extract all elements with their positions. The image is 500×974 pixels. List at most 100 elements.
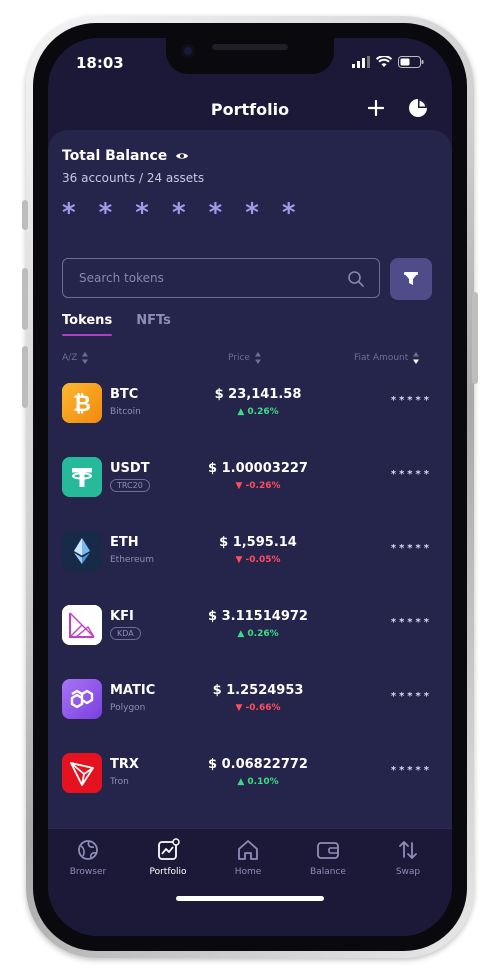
sort-icon xyxy=(254,352,261,364)
kfi-logo-icon xyxy=(62,605,102,645)
mute-switch xyxy=(22,200,28,230)
sort-price-header[interactable]: Price xyxy=(228,352,261,364)
nav-balance[interactable]: Balance xyxy=(288,837,368,877)
home-icon xyxy=(238,840,258,860)
bitcoin-icon: ₿ xyxy=(62,383,102,423)
token-price: $ 23,141.58 xyxy=(214,387,302,402)
nav-balance-label: Balance xyxy=(310,867,346,877)
token-row[interactable]: USDT TRC20 $ 1.00003227 ▼ -0.26% ***** xyxy=(48,457,452,531)
token-symbol: MATIC xyxy=(110,683,156,698)
token-fiat-masked: ***** xyxy=(390,765,432,776)
speaker-grille xyxy=(212,44,288,50)
token-change: ▲ 0.10% xyxy=(237,777,279,787)
token-symbol: TRX xyxy=(110,757,139,772)
token-change-value: 0.26% xyxy=(247,407,279,417)
token-change-value: 0.10% xyxy=(247,777,279,787)
token-row[interactable]: MATIC Polygon $ 1.2524953 ▼ -0.66% ***** xyxy=(48,679,452,753)
filter-button[interactable] xyxy=(390,258,432,300)
ethereum-icon xyxy=(62,531,102,571)
portfolio-chart-icon xyxy=(158,838,180,860)
nav-browser-label: Browser xyxy=(69,867,107,877)
sort-icon xyxy=(82,352,89,364)
power-button xyxy=(472,292,478,384)
token-symbol: ETH xyxy=(110,535,139,550)
token-fiat-masked: ***** xyxy=(390,691,432,702)
home-indicator[interactable] xyxy=(176,896,324,901)
status-time: 18:03 xyxy=(76,54,124,72)
kfi-icon xyxy=(62,605,102,645)
token-name: Bitcoin xyxy=(110,407,141,417)
token-network-badge: KDA xyxy=(110,627,141,640)
token-row[interactable]: TRX Tron $ 0.06822772 ▲ 0.10% ***** xyxy=(48,753,452,827)
tab-bar: Tokens NFTs xyxy=(62,313,171,336)
token-change-value: -0.26% xyxy=(245,481,281,491)
token-network-badge: TRC20 xyxy=(110,479,150,492)
token-name: Ethereum xyxy=(110,555,154,565)
token-change-value: -0.66% xyxy=(245,703,281,713)
volume-up-button xyxy=(22,268,28,330)
sort-fiat-header[interactable]: Fiat Amount xyxy=(354,352,420,364)
ethereum-logo-icon xyxy=(62,531,102,571)
eye-icon[interactable] xyxy=(175,151,189,161)
nav-home[interactable]: Home xyxy=(208,837,288,877)
token-price: $ 1,595.14 xyxy=(219,535,297,550)
accounts-summary: 36 accounts / 24 assets xyxy=(62,171,205,185)
total-balance-label: Total Balance xyxy=(62,148,189,164)
token-fiat-masked: ***** xyxy=(390,543,432,554)
plus-icon xyxy=(367,99,385,117)
sort-name-label: A/Z xyxy=(62,353,78,363)
token-symbol: KFI xyxy=(110,609,134,624)
search-box[interactable] xyxy=(62,258,380,298)
filter-icon xyxy=(404,272,418,285)
nav-swap-label: Swap xyxy=(395,867,421,877)
token-change: ▼ -0.26% xyxy=(235,481,281,491)
tab-nfts[interactable]: NFTs xyxy=(136,313,171,336)
nav-home-label: Home xyxy=(234,867,262,877)
token-price: $ 1.00003227 xyxy=(208,461,308,476)
pie-chart-icon xyxy=(409,99,427,117)
sort-icon xyxy=(413,352,420,364)
token-change: ▲ 0.26% xyxy=(237,629,279,639)
sort-price-label: Price xyxy=(228,353,250,363)
token-change: ▲ 0.26% xyxy=(237,407,279,417)
status-icons xyxy=(352,56,424,68)
tab-tokens[interactable]: Tokens xyxy=(62,313,113,336)
tron-logo-icon xyxy=(62,753,102,793)
token-name: Polygon xyxy=(110,703,146,713)
token-price: $ 1.2524953 xyxy=(212,683,304,698)
token-fiat-masked: ***** xyxy=(390,469,432,480)
sort-name-header[interactable]: A/Z xyxy=(62,352,89,364)
volume-down-button xyxy=(22,346,28,408)
bottom-nav: Browser Portfolio Home Balance Swap xyxy=(48,828,452,936)
add-button[interactable] xyxy=(364,96,388,120)
sort-fiat-label: Fiat Amount xyxy=(354,353,409,363)
nav-portfolio[interactable]: Portfolio xyxy=(128,837,208,877)
token-row[interactable]: KFI KDA $ 3.11514972 ▲ 0.26% ***** xyxy=(48,605,452,679)
token-fiat-masked: ***** xyxy=(390,617,432,628)
token-change: ▼ -0.05% xyxy=(235,555,281,565)
polygon-logo-icon xyxy=(62,679,102,719)
token-row[interactable]: ₿ BTC Bitcoin $ 23,141.58 ▲ 0.26% ***** xyxy=(48,383,452,457)
wallet-icon xyxy=(317,842,339,859)
token-fiat-masked: ***** xyxy=(390,395,432,406)
token-change: ▼ -0.66% xyxy=(235,703,281,713)
token-price: $ 0.06822772 xyxy=(208,757,308,772)
battery-icon xyxy=(398,56,424,68)
token-name: Tron xyxy=(110,777,129,787)
nav-swap[interactable]: Swap xyxy=(368,837,448,877)
token-change-value: -0.05% xyxy=(245,555,281,565)
swap-icon xyxy=(399,841,417,859)
search-icon xyxy=(348,271,364,287)
token-price: $ 3.11514972 xyxy=(208,609,308,624)
token-change-value: 0.26% xyxy=(247,629,279,639)
nav-browser[interactable]: Browser xyxy=(48,837,128,877)
bitcoin-logo-icon: ₿ xyxy=(62,383,102,423)
token-row[interactable]: ETH Ethereum $ 1,595.14 ▼ -0.05% ***** xyxy=(48,531,452,605)
search-input[interactable] xyxy=(77,270,341,286)
tether-logo-icon xyxy=(62,457,102,497)
wifi-icon xyxy=(376,56,392,67)
nav-portfolio-label: Portfolio xyxy=(149,867,187,877)
pie-chart-button[interactable] xyxy=(406,96,430,120)
token-symbol: BTC xyxy=(110,387,139,402)
globe-icon xyxy=(78,840,98,860)
